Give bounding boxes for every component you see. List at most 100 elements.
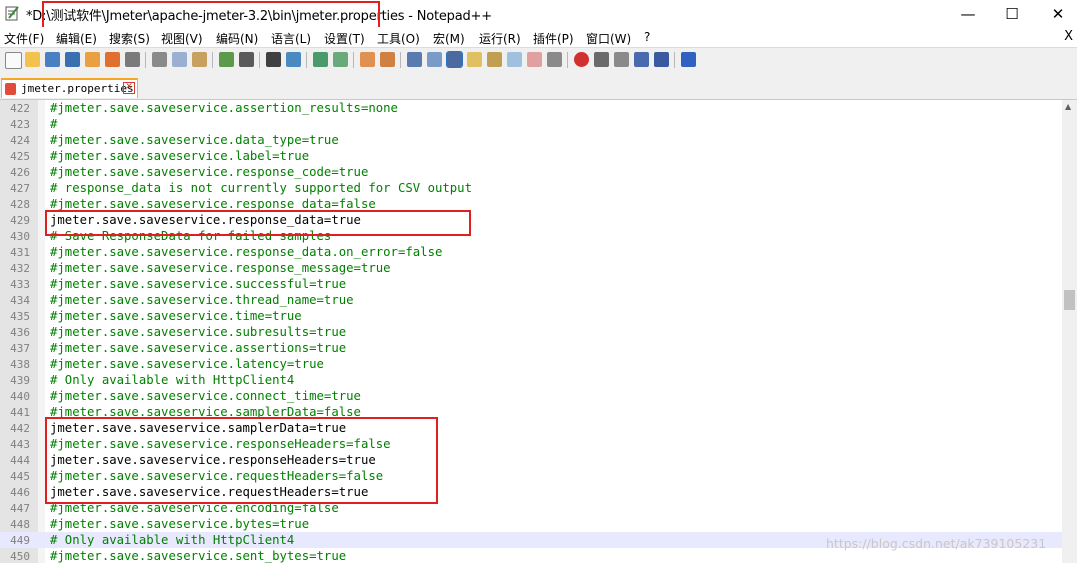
code-line[interactable]: 439 # Only available with HttpClient4 (0, 372, 1062, 388)
line-text: #jmeter.save.saveservice.sent_bytes=true (50, 549, 347, 563)
line-number: 424 (10, 134, 30, 147)
code-line[interactable]: 426 #jmeter.save.saveservice.response_cod… (0, 164, 1062, 180)
code-line[interactable]: 437 #jmeter.save.saveservice.assertions=t… (0, 340, 1062, 356)
code-line[interactable]: 438 #jmeter.save.saveservice.latency=true (0, 356, 1062, 372)
menu-window[interactable]: 窗口(W) (586, 30, 631, 47)
menu-view[interactable]: 视图(V) (161, 30, 203, 47)
tab-jmeter-properties[interactable]: jmeter.properties ✕ (1, 78, 138, 98)
function-list-icon[interactable] (507, 52, 522, 67)
code-line[interactable]: 424 #jmeter.save.saveservice.data_type=tr… (0, 132, 1062, 148)
code-line[interactable]: 434 #jmeter.save.saveservice.thread_name=… (0, 292, 1062, 308)
toolbar-separator (353, 52, 354, 68)
stop-macro-icon[interactable] (594, 52, 609, 67)
code-line[interactable]: 431 #jmeter.save.saveservice.response_dat… (0, 244, 1062, 260)
line-text: # response_data is not currently support… (50, 181, 472, 195)
code-line[interactable]: 422 #jmeter.save.saveservice.assertion_re… (0, 100, 1062, 116)
line-text: #jmeter.save.saveservice.response_code=t… (50, 165, 369, 179)
line-text: #jmeter.save.saveservice.thread_name=tru… (50, 293, 354, 307)
folder-as-workspace-icon[interactable] (527, 52, 542, 67)
line-text: # Only available with HttpClient4 (50, 373, 295, 387)
tab-label: jmeter.properties (21, 82, 134, 95)
user-language-icon[interactable] (467, 52, 482, 67)
menu-tools[interactable]: 工具(O) (377, 30, 420, 47)
line-number: 442 (10, 422, 30, 435)
new-file-icon[interactable] (5, 52, 22, 69)
line-text: #jmeter.save.saveservice.time=true (50, 309, 302, 323)
toolbar-separator (259, 52, 260, 68)
line-number: 436 (10, 326, 30, 339)
save-all-icon[interactable] (65, 52, 80, 67)
copy-icon[interactable] (172, 52, 187, 67)
run-macro-multiple-icon[interactable] (634, 52, 649, 67)
close-button[interactable]: ✕ (1035, 0, 1077, 27)
code-line[interactable]: 448 #jmeter.save.saveservice.bytes=true (0, 516, 1062, 532)
line-text: #jmeter.save.saveservice.data_type=true (50, 133, 339, 147)
code-line[interactable]: 435 #jmeter.save.saveservice.time=true (0, 308, 1062, 324)
replace-icon[interactable] (286, 52, 301, 67)
menu-settings[interactable]: 设置(T) (324, 30, 365, 47)
monitoring-icon[interactable] (547, 52, 562, 67)
code-line[interactable]: 427 # response_data is not currently supp… (0, 180, 1062, 196)
code-line[interactable]: 436 #jmeter.save.saveservice.subresults=t… (0, 324, 1062, 340)
menu-encoding[interactable]: 编码(N) (216, 30, 258, 47)
menu-help[interactable]: ? (644, 30, 650, 44)
code-line[interactable]: 423 # (0, 116, 1062, 132)
title-bar: *D:\测试软件\Jmeter\apache-jmeter-3.2\bin\jm… (0, 0, 1077, 29)
code-line[interactable]: 440 #jmeter.save.saveservice.connect_time… (0, 388, 1062, 404)
menu-search[interactable]: 搜索(S) (109, 30, 150, 47)
close-file-icon[interactable] (85, 52, 100, 67)
code-line[interactable]: 433 #jmeter.save.saveservice.successful=t… (0, 276, 1062, 292)
save-icon[interactable] (45, 52, 60, 67)
open-file-icon[interactable] (25, 52, 40, 67)
menu-plugins[interactable]: 插件(P) (533, 30, 574, 47)
code-line[interactable]: 425 #jmeter.save.saveservice.label=true (0, 148, 1062, 164)
print-icon[interactable] (125, 52, 140, 67)
line-number: 437 (10, 342, 30, 355)
doc-map-icon[interactable] (487, 52, 502, 67)
close-all-icon[interactable] (105, 52, 120, 67)
minimize-button[interactable]: — (945, 0, 991, 27)
menu-file[interactable]: 文件(F) (4, 30, 44, 47)
find-icon[interactable] (266, 52, 281, 67)
menu-run[interactable]: 运行(R) (479, 30, 521, 47)
scroll-up-icon[interactable]: ▲ (1065, 102, 1071, 111)
line-number: 432 (10, 262, 30, 275)
line-text: # (50, 117, 58, 131)
line-number: 433 (10, 278, 30, 291)
paste-icon[interactable] (192, 52, 207, 67)
scrollbar-thumb[interactable] (1064, 290, 1075, 310)
show-all-chars-icon[interactable] (427, 52, 442, 67)
zoom-out-icon[interactable] (333, 52, 348, 67)
zoom-in-icon[interactable] (313, 52, 328, 67)
line-number: 444 (10, 454, 30, 467)
code-line[interactable]: 432 #jmeter.save.saveservice.response_mes… (0, 260, 1062, 276)
vertical-scrollbar[interactable]: ▲ (1062, 100, 1077, 563)
line-number: 431 (10, 246, 30, 259)
word-wrap-icon[interactable] (407, 52, 422, 67)
modified-file-icon (5, 83, 16, 95)
save-macro-icon[interactable] (654, 52, 669, 67)
menu-macro[interactable]: 宏(M) (433, 30, 465, 47)
close-document-button[interactable]: X (1064, 29, 1073, 44)
line-number: 445 (10, 470, 30, 483)
redo-icon[interactable] (239, 52, 254, 67)
undo-icon[interactable] (219, 52, 234, 67)
indent-guide-icon[interactable] (446, 51, 463, 68)
sync-vertical-icon[interactable] (360, 52, 375, 67)
play-macro-icon[interactable] (614, 52, 629, 67)
menu-language[interactable]: 语言(L) (271, 30, 311, 47)
cut-icon[interactable] (152, 52, 167, 67)
line-number: 449 (10, 534, 30, 547)
record-macro-icon[interactable] (574, 52, 589, 67)
spell-check-icon[interactable] (681, 52, 696, 67)
menu-edit[interactable]: 编辑(E) (56, 30, 97, 47)
line-number: 425 (10, 150, 30, 163)
line-number: 450 (10, 550, 30, 563)
title-path-highlight (42, 1, 380, 29)
editor[interactable]: 422 #jmeter.save.saveservice.assertion_re… (0, 100, 1062, 563)
tab-close-icon[interactable]: ✕ (123, 82, 135, 94)
line-number: 428 (10, 198, 30, 211)
sync-horizontal-icon[interactable] (380, 52, 395, 67)
maximize-button[interactable]: ☐ (989, 0, 1035, 27)
toolbar-separator (400, 52, 401, 68)
